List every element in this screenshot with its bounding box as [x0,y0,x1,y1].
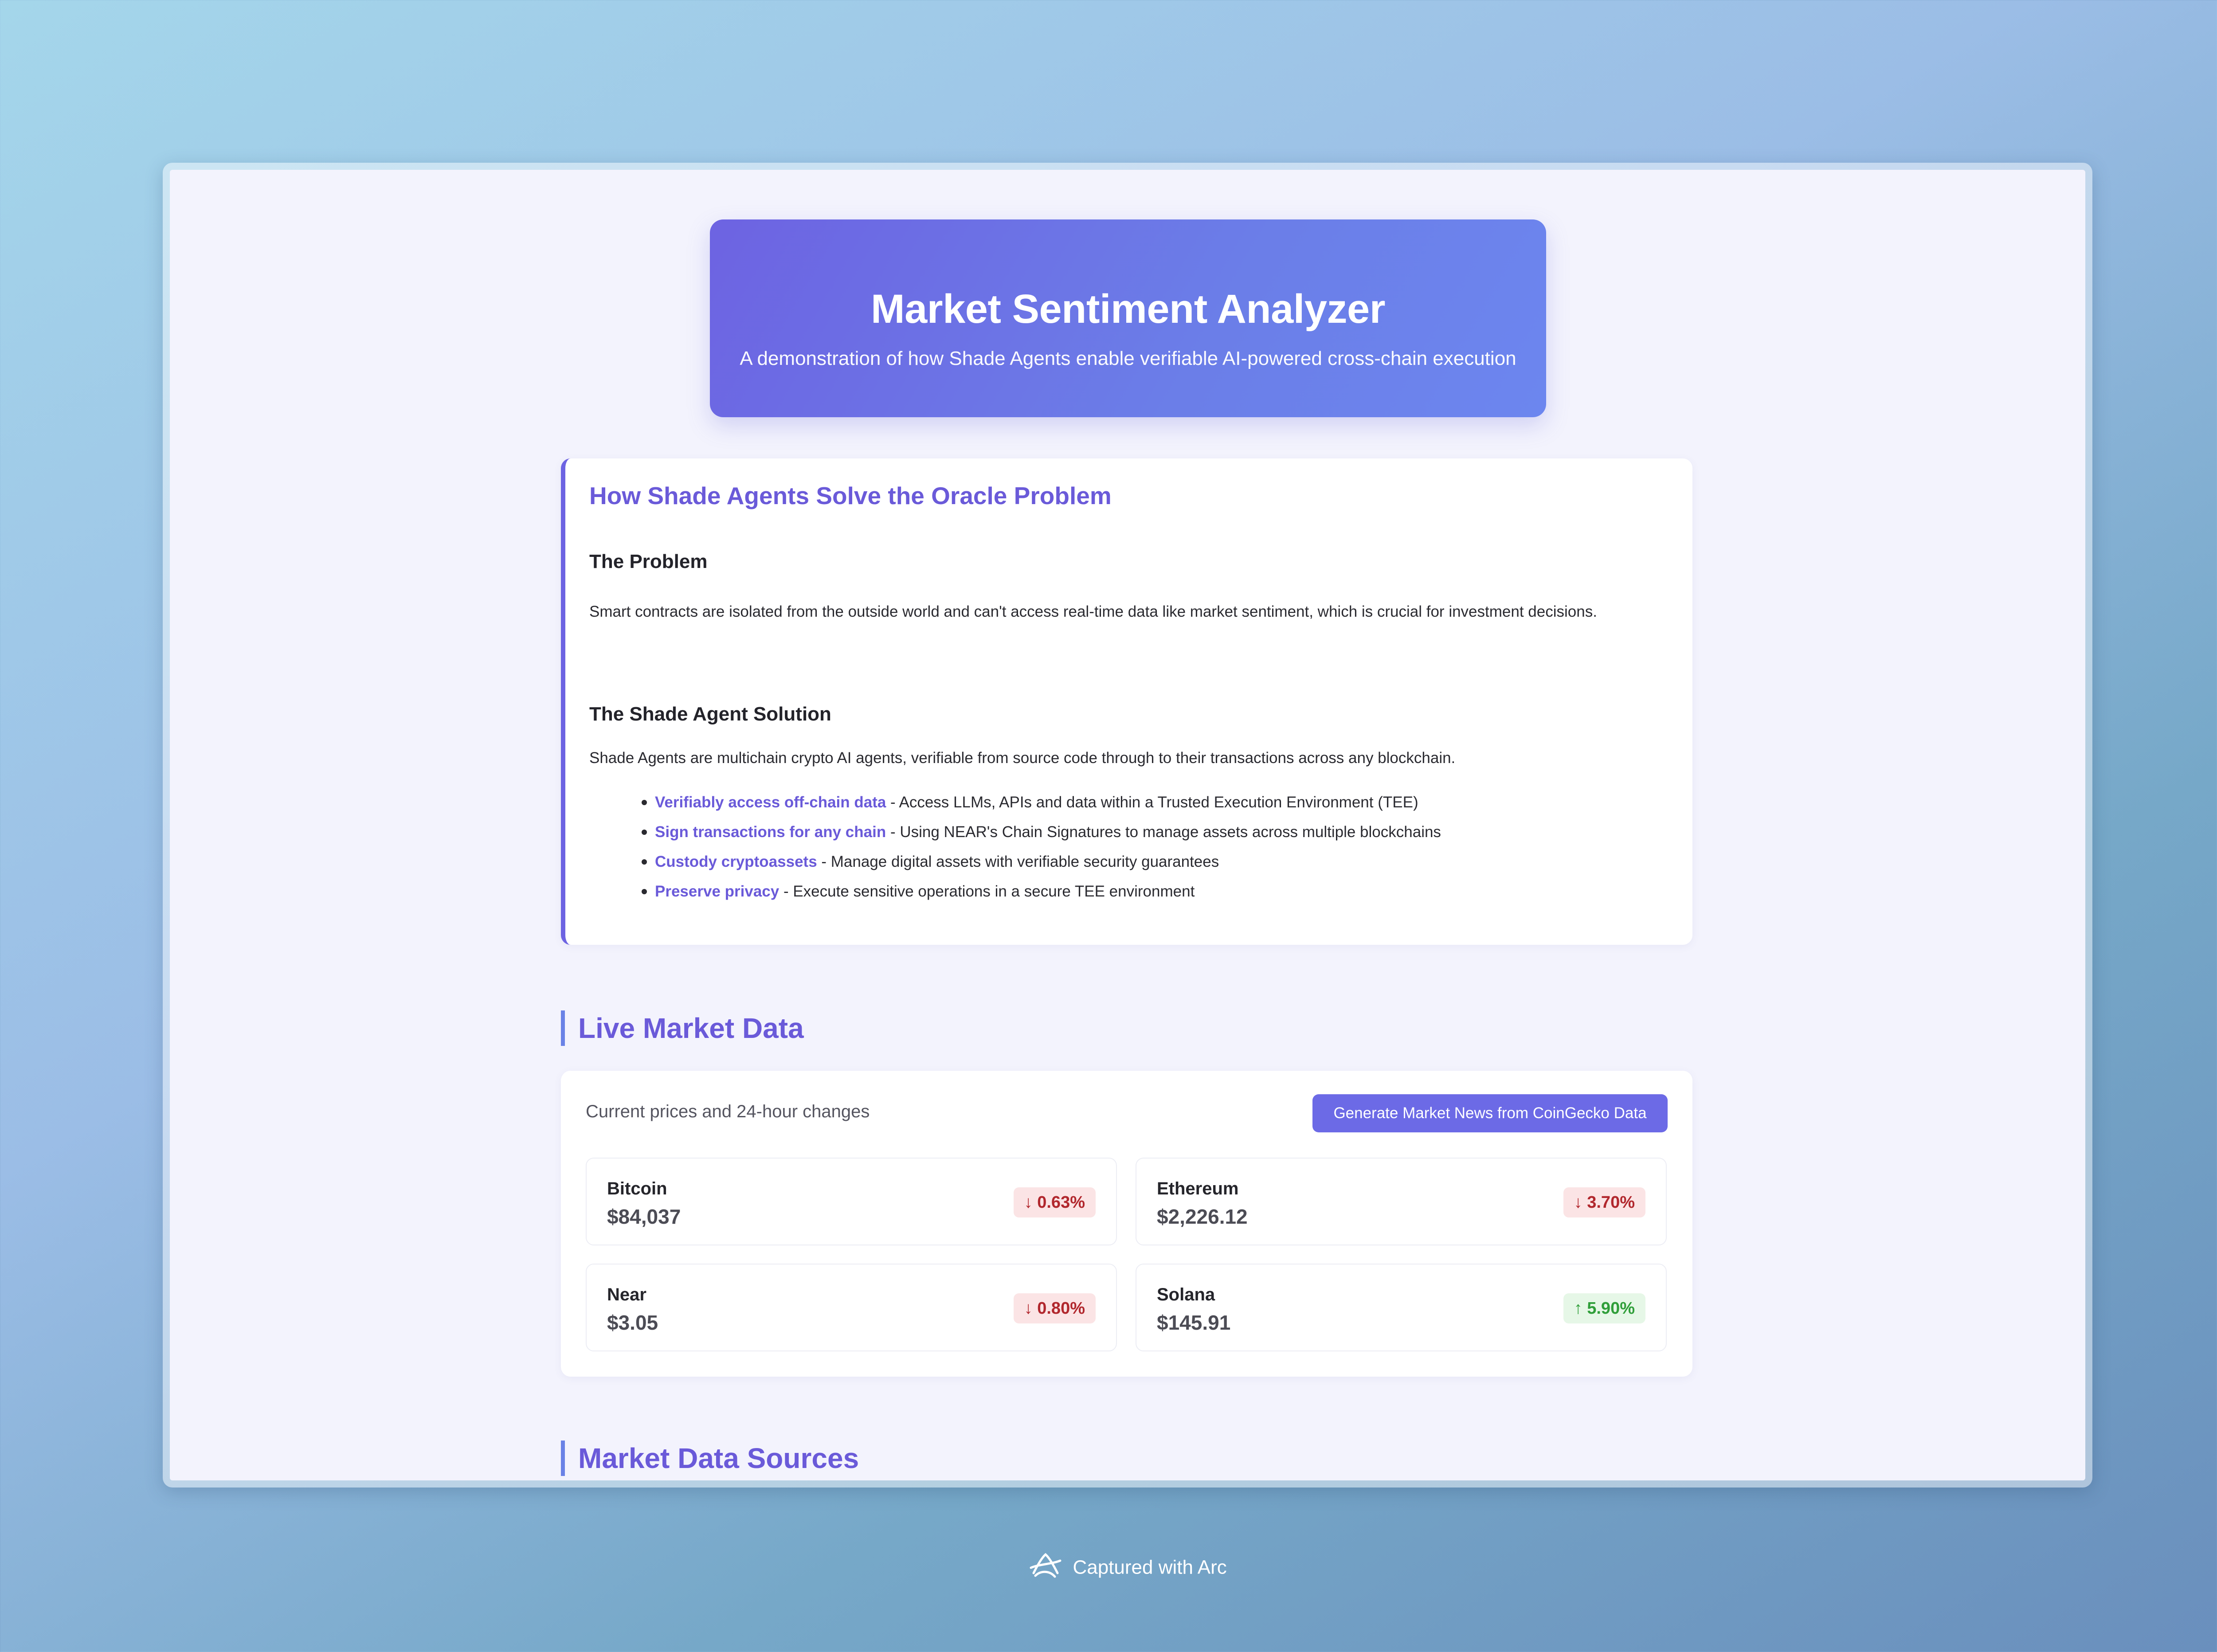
feature-text: - Access LLMs, APIs and data within a Tr… [886,794,1418,811]
change-badge: ↓ 0.80% [1013,1293,1096,1323]
coin-card-bitcoin: Bitcoin $84,037 ↓ 0.63% [586,1158,1117,1245]
change-badge: ↓ 0.63% [1013,1187,1096,1217]
capture-label: Captured with Arc [1073,1556,1227,1578]
live-market-heading: Live Market Data [561,1010,804,1046]
page-title: Market Sentiment Analyzer [870,286,1386,332]
coin-card-ethereum: Ethereum $2,226.12 ↓ 3.70% [1136,1158,1667,1245]
market-description: Current prices and 24-hour changes [586,1102,870,1121]
problem-heading: The Problem [589,551,708,572]
feature-list: Verifiably access off-chain data - Acces… [589,787,1441,906]
feature-text: - Using NEAR's Chain Signatures to manag… [886,823,1441,841]
data-sources-heading: Market Data Sources [561,1441,859,1476]
capture-footer: Captured with Arc [0,1551,2217,1584]
coin-name: Solana [1157,1285,1215,1304]
change-badge: ↓ 3.70% [1563,1187,1645,1217]
coin-name: Ethereum [1157,1179,1239,1198]
coin-card-near: Near $3.05 ↓ 0.80% [586,1264,1117,1351]
page-viewport[interactable]: Market Sentiment Analyzer A demonstratio… [170,170,2085,1480]
feature-item: Custody cryptoassets - Manage digital as… [589,847,1441,877]
feature-item: Verifiably access off-chain data - Acces… [589,787,1441,817]
browser-window: Market Sentiment Analyzer A demonstratio… [163,163,2092,1488]
oracle-explainer-card: How Shade Agents Solve the Oracle Proble… [561,458,1692,945]
coin-card-solana: Solana $145.91 ↑ 5.90% [1136,1264,1667,1351]
feature-item: Preserve privacy - Execute sensitive ope… [589,877,1441,906]
feature-highlight: Sign transactions for any chain [655,823,886,841]
coin-name: Bitcoin [607,1179,667,1198]
generate-news-button[interactable]: Generate Market News from CoinGecko Data [1312,1094,1668,1132]
solution-heading: The Shade Agent Solution [589,703,831,725]
feature-text: - Manage digital assets with verifiable … [817,853,1219,870]
problem-text: Smart contracts are isolated from the ou… [589,603,1597,620]
coin-name: Near [607,1285,646,1304]
solution-text: Shade Agents are multichain crypto AI ag… [589,749,1456,767]
coin-price: $3.05 [607,1311,658,1334]
coin-price: $2,226.12 [1157,1205,1248,1228]
arc-logo-icon [1029,1551,1062,1584]
page-subtitle: A demonstration of how Shade Agents enab… [740,348,1516,369]
coin-price: $145.91 [1157,1311,1231,1334]
feature-text: - Execute sensitive operations in a secu… [779,883,1195,900]
live-market-card: Current prices and 24-hour changes Gener… [561,1071,1692,1377]
change-badge: ↑ 5.90% [1563,1293,1645,1323]
feature-highlight: Custody cryptoassets [655,853,817,870]
hero-banner: Market Sentiment Analyzer A demonstratio… [710,219,1546,417]
feature-highlight: Verifiably access off-chain data [655,794,886,811]
coin-price: $84,037 [607,1205,681,1228]
feature-highlight: Preserve privacy [655,883,779,900]
feature-item: Sign transactions for any chain - Using … [589,817,1441,847]
explainer-title: How Shade Agents Solve the Oracle Proble… [589,482,1112,509]
